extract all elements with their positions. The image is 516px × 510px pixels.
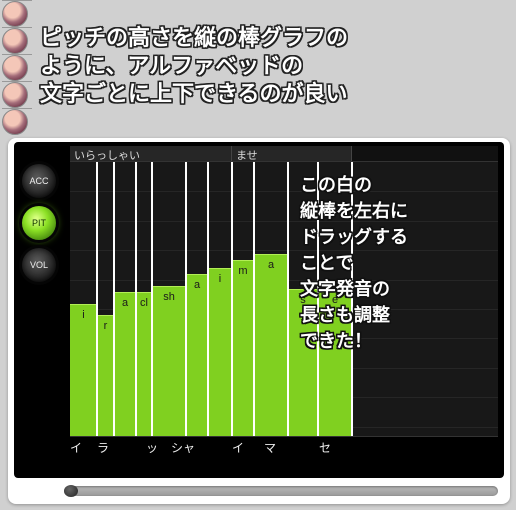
- duration-drag-handle[interactable]: [185, 162, 187, 436]
- pitch-bar-label: a: [254, 259, 288, 271]
- avatar: [2, 28, 28, 54]
- pitch-bar-label: sh: [152, 291, 186, 303]
- kana-cell[interactable]: セ: [319, 437, 364, 456]
- syllable-row: いらっしゃいませ: [70, 146, 498, 162]
- acc-button[interactable]: ACC: [22, 164, 56, 198]
- duration-drag-handle[interactable]: [113, 162, 115, 436]
- side-annotation-text: この白の 縦棒を左右に ドラッグする ことで 文字発音の 長さも調整 できた！: [300, 172, 496, 354]
- scroll-thumb[interactable]: [64, 485, 78, 497]
- avatar: [2, 55, 28, 81]
- kana-cell[interactable]: シャ: [171, 437, 232, 456]
- kana-cell[interactable]: イ: [232, 437, 264, 456]
- top-annotation-text: ピッチの高さを縦の棒グラフの ように、アルファベッドの 文字ごとに上下できるのが…: [40, 24, 506, 108]
- pitch-bar-label: cl: [136, 297, 152, 309]
- pitch-bar[interactable]: i: [208, 268, 232, 436]
- kana-cell[interactable]: イ: [70, 437, 97, 456]
- syllable-cell[interactable]: いらっしゃい: [70, 146, 232, 161]
- duration-drag-handle[interactable]: [207, 162, 209, 436]
- avatar: [2, 109, 28, 135]
- kana-cell[interactable]: ラ: [97, 437, 146, 456]
- pitch-bar[interactable]: a: [254, 254, 288, 436]
- syllable-cell[interactable]: ませ: [232, 146, 352, 161]
- pit-button[interactable]: PIT: [22, 206, 56, 240]
- pitch-bar-label: i: [208, 273, 232, 285]
- pitch-bar[interactable]: m: [232, 260, 254, 436]
- pitch-bar[interactable]: i: [70, 304, 97, 436]
- pitch-bar[interactable]: r: [97, 315, 114, 436]
- kana-cell[interactable]: マ: [264, 437, 319, 456]
- avatar-column: [2, 0, 32, 135]
- pitch-bar-label: i: [70, 309, 97, 321]
- editor-panel: ACC PIT VOL いらっしゃいませ iraclshaimase イラッシャ…: [8, 138, 510, 504]
- duration-drag-handle[interactable]: [96, 162, 98, 436]
- pitch-bar[interactable]: cl: [136, 292, 152, 436]
- pitch-bar-label: a: [114, 297, 136, 309]
- duration-drag-handle[interactable]: [135, 162, 137, 436]
- vol-button[interactable]: VOL: [22, 248, 56, 282]
- pitch-bar[interactable]: a: [186, 274, 208, 436]
- duration-drag-handle[interactable]: [287, 162, 289, 436]
- kana-row: イラッシャイマセ: [70, 436, 498, 456]
- pitch-editor: ACC PIT VOL いらっしゃいませ iraclshaimase イラッシャ…: [14, 142, 504, 478]
- duration-drag-handle[interactable]: [253, 162, 255, 436]
- pitch-bar-label: m: [232, 265, 254, 277]
- duration-drag-handle[interactable]: [231, 162, 233, 436]
- avatar: [2, 82, 28, 108]
- kana-cell[interactable]: ッ: [146, 437, 171, 456]
- mode-buttons: ACC PIT VOL: [22, 164, 62, 290]
- horizontal-scrollbar[interactable]: [64, 486, 498, 496]
- pitch-bar-label: a: [186, 279, 208, 291]
- duration-drag-handle[interactable]: [151, 162, 153, 436]
- pitch-bar-label: r: [97, 320, 114, 332]
- avatar: [2, 1, 28, 27]
- pitch-bar[interactable]: a: [114, 292, 136, 436]
- pitch-bar[interactable]: sh: [152, 286, 186, 436]
